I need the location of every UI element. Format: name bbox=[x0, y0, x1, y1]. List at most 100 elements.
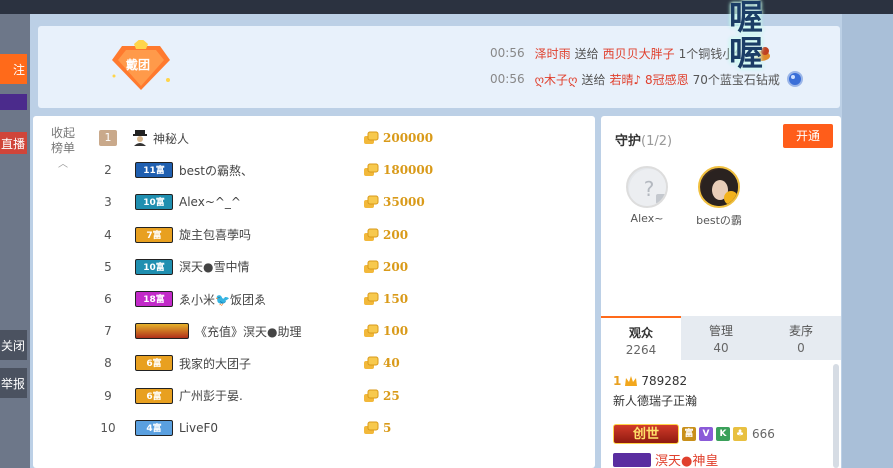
open-guard-button[interactable]: 开通 bbox=[783, 124, 833, 148]
avatar bbox=[698, 166, 740, 208]
tab-audience[interactable]: 观众 2264 bbox=[601, 316, 681, 360]
tab-mic-queue[interactable]: 麦序 0 bbox=[761, 316, 841, 360]
close-button[interactable]: 关闭 bbox=[0, 330, 27, 360]
audience-scrollbar[interactable] bbox=[833, 364, 839, 468]
fan-club-label: 戴团 bbox=[126, 58, 151, 72]
list-item[interactable]: 1 789282 新人德瑞子正瀚 bbox=[613, 374, 697, 409]
guard-member[interactable]: ? Alex~ bbox=[619, 166, 675, 225]
fan-club-badge[interactable]: 戴团 bbox=[108, 38, 174, 92]
rank-number: 5 bbox=[104, 259, 112, 274]
live-button[interactable]: 直播 bbox=[0, 132, 27, 154]
ranking-score: 200000 bbox=[383, 131, 434, 145]
rank-number: 3 bbox=[104, 195, 112, 210]
guard-member[interactable]: bestの霸 bbox=[691, 166, 747, 228]
svg-text:?: ? bbox=[644, 177, 655, 201]
coin-icon bbox=[364, 356, 379, 370]
ranking-user-name: 溟天●雪中情 bbox=[179, 260, 250, 275]
feed-sender[interactable]: ღ木子ღ bbox=[535, 71, 578, 88]
ranking-row[interactable]: 4 7富 旋主包喜荸吗 200 bbox=[95, 221, 575, 249]
wealth-level-badge: 18富 bbox=[135, 291, 173, 307]
feed-time: 00:56 bbox=[490, 46, 525, 60]
ranking-row[interactable]: 9 6富 广州彭于晏. 25 bbox=[95, 382, 575, 410]
collapse-label: 收起榜单 bbox=[50, 126, 75, 155]
ranking-row[interactable]: 7 《充值》溟天●助理 100 bbox=[95, 317, 575, 345]
tab-admin[interactable]: 管理 40 bbox=[681, 316, 761, 360]
coin-icon bbox=[364, 195, 379, 209]
wealth-level-badge bbox=[135, 323, 189, 340]
ranking-user-name: 神秘人 bbox=[153, 131, 190, 146]
tab-label: 麦序 bbox=[788, 324, 813, 338]
level-number: 1 bbox=[613, 374, 622, 388]
feed-sender[interactable]: 泽时雨 bbox=[535, 45, 571, 62]
default-avatar-icon: ? bbox=[629, 169, 666, 206]
ranking-row[interactable]: 1 神秘人 200000 bbox=[95, 124, 575, 152]
wealth-level-badge: 11富 bbox=[135, 162, 173, 179]
rank-number: 9 bbox=[104, 388, 112, 403]
wealth-level-badge: 10富 bbox=[135, 194, 173, 211]
ranking-row[interactable]: 8 6富 我家的大团子 40 bbox=[95, 349, 575, 377]
coin-icon bbox=[364, 389, 379, 402]
list-item[interactable]: 创世 富 V K ♣ 666 bbox=[613, 424, 775, 444]
ranking-score: 200 bbox=[383, 227, 409, 242]
ranking-user-name: 广州彭于晏. bbox=[179, 389, 243, 404]
ranking-user-name: LiveF0 bbox=[179, 420, 219, 435]
feed-receiver[interactable]: 西贝贝大胖子 bbox=[603, 45, 675, 62]
feed-action: 送给 bbox=[574, 46, 599, 61]
right-background bbox=[842, 14, 893, 468]
rank-number: 10 bbox=[100, 420, 116, 435]
rich-badge: 富 bbox=[682, 427, 696, 441]
tab-count: 2264 bbox=[625, 343, 657, 357]
ranking-user-name: 我家的大团子 bbox=[179, 356, 252, 371]
avatar: ? bbox=[626, 166, 668, 208]
coin-icon bbox=[364, 421, 379, 434]
ranking-user-name: ゑ小米🐦饭团ゑ bbox=[179, 292, 266, 307]
sapphire-ring-icon bbox=[786, 71, 803, 87]
guard-member-name: Alex~ bbox=[630, 212, 664, 225]
ranking-score: 5 bbox=[383, 420, 392, 435]
wealth-level-badge: 6富 bbox=[135, 355, 173, 372]
tab-count: 40 bbox=[713, 341, 729, 355]
follow-button[interactable]: 注 bbox=[0, 54, 27, 84]
club-badge: ♣ bbox=[733, 427, 747, 441]
ranking-row[interactable]: 5 10富 溟天●雪中情 200 bbox=[95, 253, 575, 281]
user-id: 789282 bbox=[641, 374, 688, 388]
ranking-score: 180000 bbox=[383, 163, 434, 178]
coin-icon bbox=[364, 292, 379, 305]
user-name: 溟天●神皇 bbox=[655, 454, 719, 468]
coin-icon bbox=[364, 324, 379, 338]
purple-badge bbox=[0, 94, 27, 110]
feed-time: 00:56 bbox=[490, 72, 525, 86]
user-avatar-icon bbox=[701, 169, 738, 206]
rank-number: 6 bbox=[104, 292, 112, 306]
tab-label: 观众 bbox=[628, 326, 653, 340]
mystery-user-icon bbox=[133, 130, 147, 146]
user-id: 666 bbox=[752, 427, 775, 441]
chevron-up-icon: ︿ bbox=[58, 159, 68, 170]
audience-panel: 观众 2264 管理 40 麦序 0 1 789282 新人德瑞子正瀚 创世 富… bbox=[601, 316, 841, 468]
ranking-row[interactable]: 10 4富 LiveF0 5 bbox=[95, 414, 575, 442]
ranking-row[interactable]: 3 10富 Alex~^_^ 35000 bbox=[95, 188, 575, 216]
collapse-ranking-button[interactable]: 收起榜单 ︿ bbox=[49, 126, 77, 172]
coin-icon bbox=[364, 163, 379, 177]
feed-receiver[interactable]: 若晴♪ 8冠感恩 bbox=[609, 71, 688, 88]
ranking-row[interactable]: 2 11富 bestの霸熬、 180000 bbox=[95, 156, 575, 184]
ranking-user-name: 《充值》溟天●助理 bbox=[195, 324, 302, 339]
tab-count: 0 bbox=[797, 341, 805, 355]
ranking-score: 150 bbox=[383, 292, 409, 306]
coin-icon bbox=[364, 260, 379, 273]
guard-member-name: bestの霸 bbox=[696, 214, 742, 227]
rank-number: 8 bbox=[104, 356, 112, 371]
rank-number: 4 bbox=[104, 227, 112, 242]
ranking-user-name: bestの霸熬、 bbox=[179, 163, 253, 178]
crown-icon bbox=[625, 376, 638, 386]
report-button[interactable]: 举报 bbox=[0, 368, 27, 398]
rank-number: 1 bbox=[99, 130, 117, 146]
ranking-score: 35000 bbox=[383, 195, 425, 210]
user-name: 新人德瑞子正瀚 bbox=[613, 394, 698, 408]
wealth-level-badge: 4富 bbox=[135, 419, 173, 436]
list-item[interactable]: 溟天●神皇 bbox=[613, 450, 718, 468]
ranking-panel: 收起榜单 ︿ 1 神秘人 200000 2 11富 bestの霸熬、 180000 3 10富 A… bbox=[33, 116, 595, 468]
left-side-strip: 注 直播 关闭 举报 bbox=[0, 14, 30, 468]
feed-action: 送给 bbox=[581, 72, 606, 87]
ranking-row[interactable]: 6 18富 ゑ小米🐦饭团ゑ 150 bbox=[95, 285, 575, 313]
